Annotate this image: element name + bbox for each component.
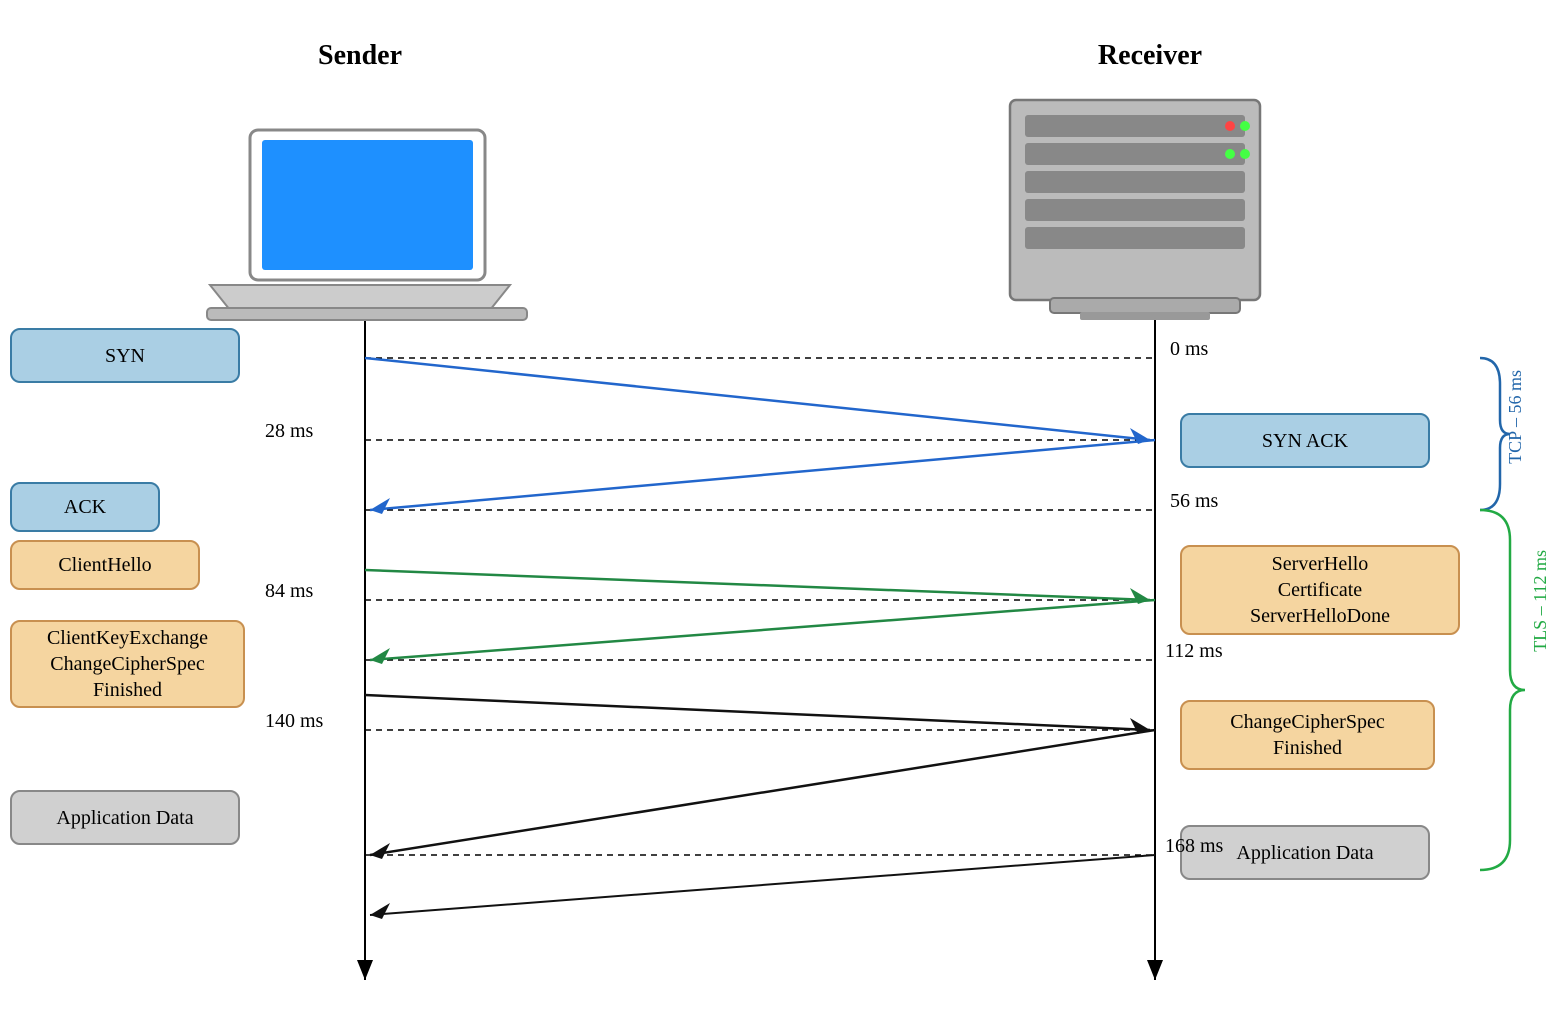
time-84ms: 84 ms bbox=[265, 580, 313, 603]
time-56ms: 56 ms bbox=[1170, 490, 1218, 513]
diagram-container: Sender Receiver SYN ACK ClientHello Clie… bbox=[0, 0, 1559, 1022]
time-140ms: 140 ms bbox=[265, 710, 323, 733]
client-key-exchange-box: ClientKeyExchangeChangeCipherSpecFinishe… bbox=[10, 620, 245, 708]
ack-box: ACK bbox=[10, 482, 160, 532]
receiver-label: Receiver bbox=[1050, 40, 1250, 72]
time-28ms: 28 ms bbox=[265, 420, 313, 443]
syn-ack-box: SYN ACK bbox=[1180, 413, 1430, 468]
time-0ms: 0 ms bbox=[1170, 338, 1208, 361]
app-data-left-box: Application Data bbox=[10, 790, 240, 845]
time-168ms: 168 ms bbox=[1165, 835, 1223, 858]
tls-bracket-label: TLS – 112 ms bbox=[1530, 550, 1551, 652]
server-hello-box: ServerHelloCertificateServerHelloDone bbox=[1180, 545, 1460, 635]
change-cipher-right-box: ChangeCipherSpecFinished bbox=[1180, 700, 1435, 770]
tcp-bracket-label: TCP – 56 ms bbox=[1505, 370, 1526, 464]
syn-box: SYN bbox=[10, 328, 240, 383]
sender-label: Sender bbox=[280, 40, 440, 72]
time-112ms: 112 ms bbox=[1165, 640, 1223, 663]
client-hello-box: ClientHello bbox=[10, 540, 200, 590]
